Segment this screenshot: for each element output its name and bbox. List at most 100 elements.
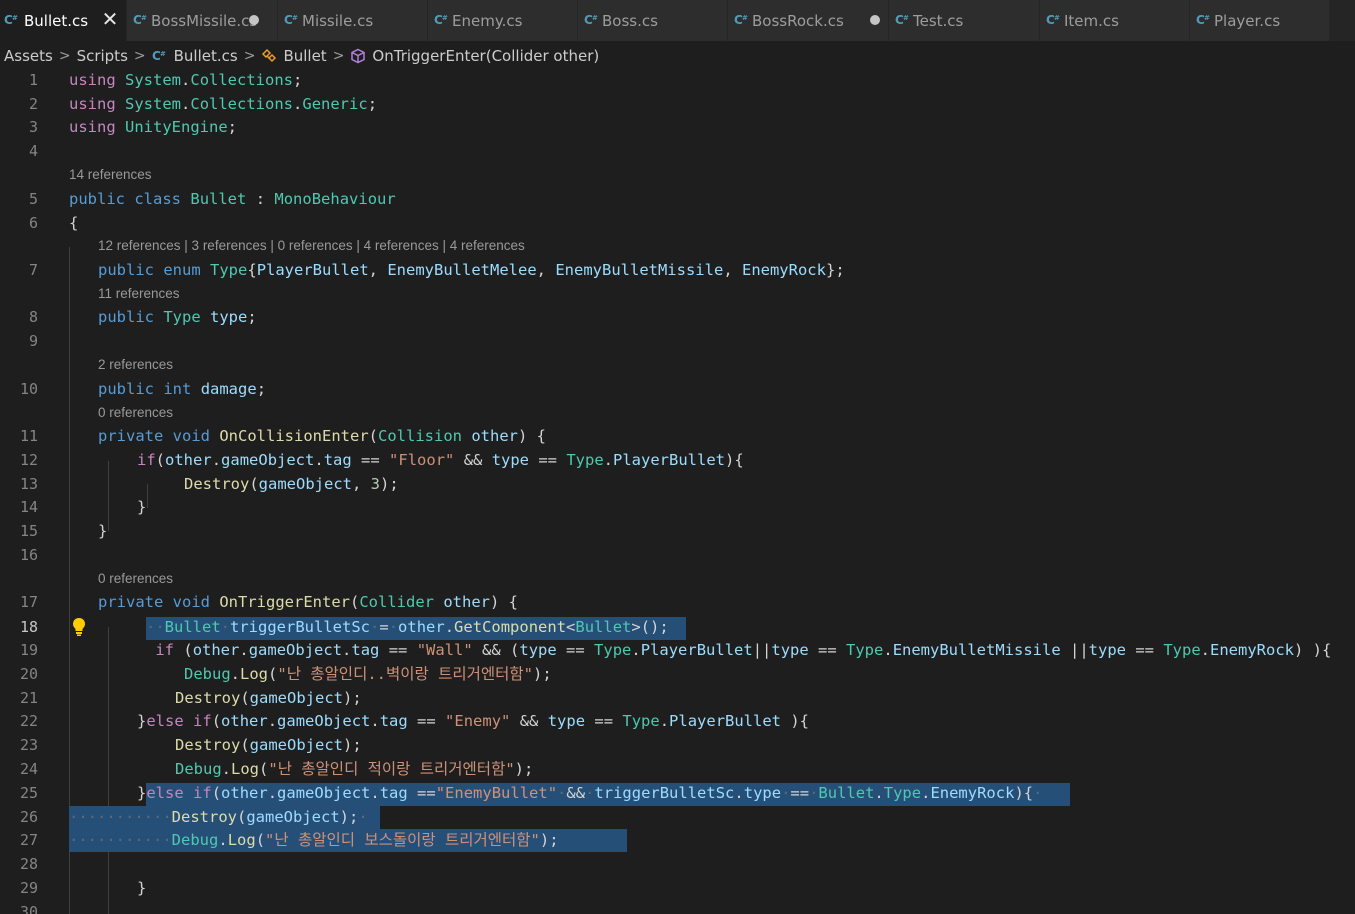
breadcrumb-item-method[interactable]: OnTriggerEnter(Collider other) <box>350 47 599 65</box>
breadcrumb-item-assets[interactable]: Assets <box>4 47 53 65</box>
close-icon[interactable]: ✕ <box>100 9 120 29</box>
code-line: 9 <box>0 330 1355 354</box>
code-line: 10 public int damage; <box>0 378 1355 402</box>
code-text: Debug.Log("난 총알인디..벽이랑 트리거엔터함"); <box>184 665 552 683</box>
tab-label: Bullet.cs <box>24 11 89 30</box>
code-text: } <box>98 522 108 540</box>
csharp-file-icon: C # <box>584 12 600 28</box>
tab-test-cs[interactable]: C # Test.cs <box>889 0 1040 41</box>
breadcrumb-item-scripts[interactable]: Scripts <box>77 47 128 65</box>
tab-bullet-cs[interactable]: C # Bullet.cs ✕ <box>0 0 127 41</box>
line-number: 30 <box>19 903 38 914</box>
breadcrumb: Assets > Scripts > C # Bullet.cs > Bullet… <box>0 44 1355 68</box>
line-number: 25 <box>19 784 38 802</box>
codelens-references[interactable]: 11 references <box>98 286 180 301</box>
tab-label: Missile.cs <box>302 11 374 30</box>
line-number: 21 <box>19 689 38 707</box>
codelens-references[interactable]: 0 references <box>98 405 173 420</box>
tab-label: Test.cs <box>913 11 964 30</box>
breadcrumb-label: Bullet.cs <box>173 47 238 65</box>
csharp-file-icon: C # <box>1046 12 1062 28</box>
code-text: private void OnCollisionEnter(Collision … <box>98 427 547 445</box>
code-text: public Type type; <box>98 308 257 326</box>
tab-item-cs[interactable]: C # Item.cs <box>1040 0 1190 41</box>
code-line: 30 <box>0 901 1355 914</box>
line-number: 3 <box>28 118 38 136</box>
code-text: Destroy(gameObject, 3); <box>184 475 399 493</box>
class-icon <box>261 48 277 64</box>
tab-missile-cs[interactable]: C # Missile.cs <box>278 0 428 41</box>
code-line: 22 }else if(other.gameObject.tag == "Ene… <box>0 710 1355 734</box>
code-text: using System.Collections.Generic; <box>69 95 378 113</box>
code-line: 4 <box>0 140 1355 164</box>
csharp-file-icon: C # <box>895 12 911 28</box>
code-text: ···········Destroy(gameObject);· <box>69 808 368 826</box>
tab-label: Item.cs <box>1064 11 1119 30</box>
code-text: ··Bullet·triggerBulletSc·=·other.GetComp… <box>146 618 669 636</box>
csharp-file-icon: C # <box>4 12 20 28</box>
breadcrumb-item-file[interactable]: C # Bullet.cs <box>152 47 238 65</box>
tab-boss-cs[interactable]: C # Boss.cs <box>578 0 728 41</box>
line-number: 18 <box>19 618 38 636</box>
line-number: 6 <box>28 214 38 232</box>
line-number: 4 <box>28 142 38 160</box>
code-text: if (other.gameObject.tag == "Wall" && (t… <box>155 641 1332 659</box>
code-text: }else if(other.gameObject.tag =="EnemyBu… <box>137 784 1043 802</box>
code-line: 17 private void OnTriggerEnter(Collider … <box>0 591 1355 615</box>
line-number: 23 <box>19 736 38 754</box>
code-text: Destroy(gameObject); <box>175 736 362 754</box>
tab-player-cs[interactable]: C # Player.cs <box>1190 0 1330 41</box>
code-text: Destroy(gameObject); <box>175 689 362 707</box>
code-text: } <box>137 498 147 516</box>
line-number: 19 <box>19 641 38 659</box>
code-editor[interactable]: 1 using System.Collections; 2 using Syst… <box>0 68 1355 914</box>
tab-label: Enemy.cs <box>452 11 523 30</box>
tab-bossrock-cs[interactable]: C # BossRock.cs <box>728 0 889 41</box>
code-line: 23 Destroy(gameObject); <box>0 734 1355 758</box>
line-number: 17 <box>19 593 38 611</box>
line-number: 15 <box>19 522 38 540</box>
line-number: 29 <box>19 879 38 897</box>
svg-text:#: # <box>442 14 448 22</box>
code-line: 18 ··Bullet·triggerBulletSc·=·other.GetC… <box>0 616 1355 640</box>
line-number: 24 <box>19 760 38 778</box>
svg-text:#: # <box>1054 14 1060 22</box>
code-line: 19 if (other.gameObject.tag == "Wall" &&… <box>0 639 1355 663</box>
breadcrumb-label: Assets <box>4 47 53 65</box>
line-number: 2 <box>28 95 38 113</box>
breadcrumb-label: Bullet <box>283 47 327 65</box>
line-number: 16 <box>19 546 38 564</box>
codelens-references[interactable]: 2 references <box>98 357 173 372</box>
code-line: 26 ···········Destroy(gameObject);· <box>0 806 1355 830</box>
code-text: public int damage; <box>98 380 267 398</box>
code-text: public enum Type{PlayerBullet, EnemyBull… <box>98 261 845 279</box>
code-line: 27 ···········Debug.Log("난 총알인디 보스돌이랑 트리… <box>0 829 1355 853</box>
svg-text:#: # <box>160 50 166 58</box>
code-line: 16 <box>0 544 1355 568</box>
code-line: 20 Debug.Log("난 총알인디..벽이랑 트리거엔터함"); <box>0 663 1355 687</box>
code-line: 5 public class Bullet : MonoBehaviour <box>0 188 1355 212</box>
breadcrumb-item-class[interactable]: Bullet <box>261 47 327 65</box>
code-text: { <box>69 214 79 232</box>
codelens-references[interactable]: 12 references | 3 references | 0 referen… <box>98 238 525 253</box>
csharp-file-icon: C # <box>734 12 750 28</box>
line-number: 22 <box>19 712 38 730</box>
codelens-references[interactable]: 0 references <box>98 571 173 586</box>
code-line: 15 } <box>0 520 1355 544</box>
code-text: if(other.gameObject.tag == "Floor" && ty… <box>137 451 744 469</box>
codelens-references[interactable]: 14 references <box>69 167 152 182</box>
csharp-file-icon: C # <box>133 12 149 28</box>
line-number: 11 <box>19 427 38 445</box>
csharp-file-icon: C # <box>152 48 168 64</box>
code-line: 7 public enum Type{PlayerBullet, EnemyBu… <box>0 259 1355 283</box>
tab-bossmissile-cs[interactable]: C # BossMissile.cs <box>127 0 278 41</box>
code-text: using UnityEngine; <box>69 118 238 136</box>
line-number: 12 <box>19 451 38 469</box>
code-text: using System.Collections; <box>69 71 303 89</box>
svg-text:#: # <box>1204 14 1210 22</box>
line-number: 5 <box>28 190 38 208</box>
code-line: 8 public Type type; <box>0 306 1355 330</box>
editor-tab-bar: C # Bullet.cs ✕ C # BossMissile.cs C # Miss… <box>0 0 1355 41</box>
tab-enemy-cs[interactable]: C # Enemy.cs <box>428 0 578 41</box>
line-number: 9 <box>28 332 38 350</box>
